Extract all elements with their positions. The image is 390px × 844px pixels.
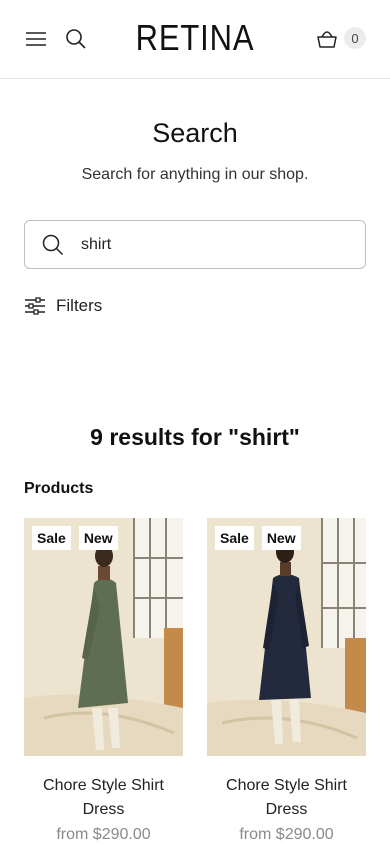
products-section-label: Products (24, 480, 94, 497)
new-badge: New (78, 526, 118, 550)
product-price: from $290.00 (56, 826, 151, 843)
product-name[interactable]: Chore Style Shirt Dress (207, 774, 366, 822)
search-field[interactable] (24, 220, 366, 269)
filters-button[interactable]: Filters (24, 295, 102, 317)
product-image[interactable]: Sale New (207, 518, 366, 756)
filters-icon (25, 297, 45, 315)
product-image[interactable]: Sale New (24, 518, 183, 756)
sale-badge: Sale (32, 526, 71, 550)
product-price: from $290.00 (239, 826, 334, 843)
new-badge: New (261, 526, 301, 550)
filters-label: Filters (56, 296, 103, 315)
search-input[interactable] (81, 231, 351, 259)
page-subtitle: Search for anything in our shop. (81, 166, 309, 183)
product-badges: Sale New (32, 526, 118, 550)
page-title: Search (152, 118, 238, 148)
cart-button[interactable]: 0 (316, 26, 368, 52)
search-icon (42, 234, 64, 256)
product-card[interactable]: Sale New Chore Style Shirt Dress from $2… (24, 518, 183, 844)
product-card[interactable]: Sale New Chore Style Shirt Dress from $2… (207, 518, 366, 844)
site-header: RETINA 0 (0, 0, 390, 79)
cart-count-badge: 0 (344, 27, 366, 49)
sale-badge: Sale (215, 526, 254, 550)
store-logo[interactable]: RETINA (27, 17, 362, 59)
product-name[interactable]: Chore Style Shirt Dress (24, 774, 183, 822)
product-badges: Sale New (215, 526, 301, 550)
cart-icon (317, 31, 337, 48)
results-title: 9 results for "shirt" (90, 424, 300, 450)
